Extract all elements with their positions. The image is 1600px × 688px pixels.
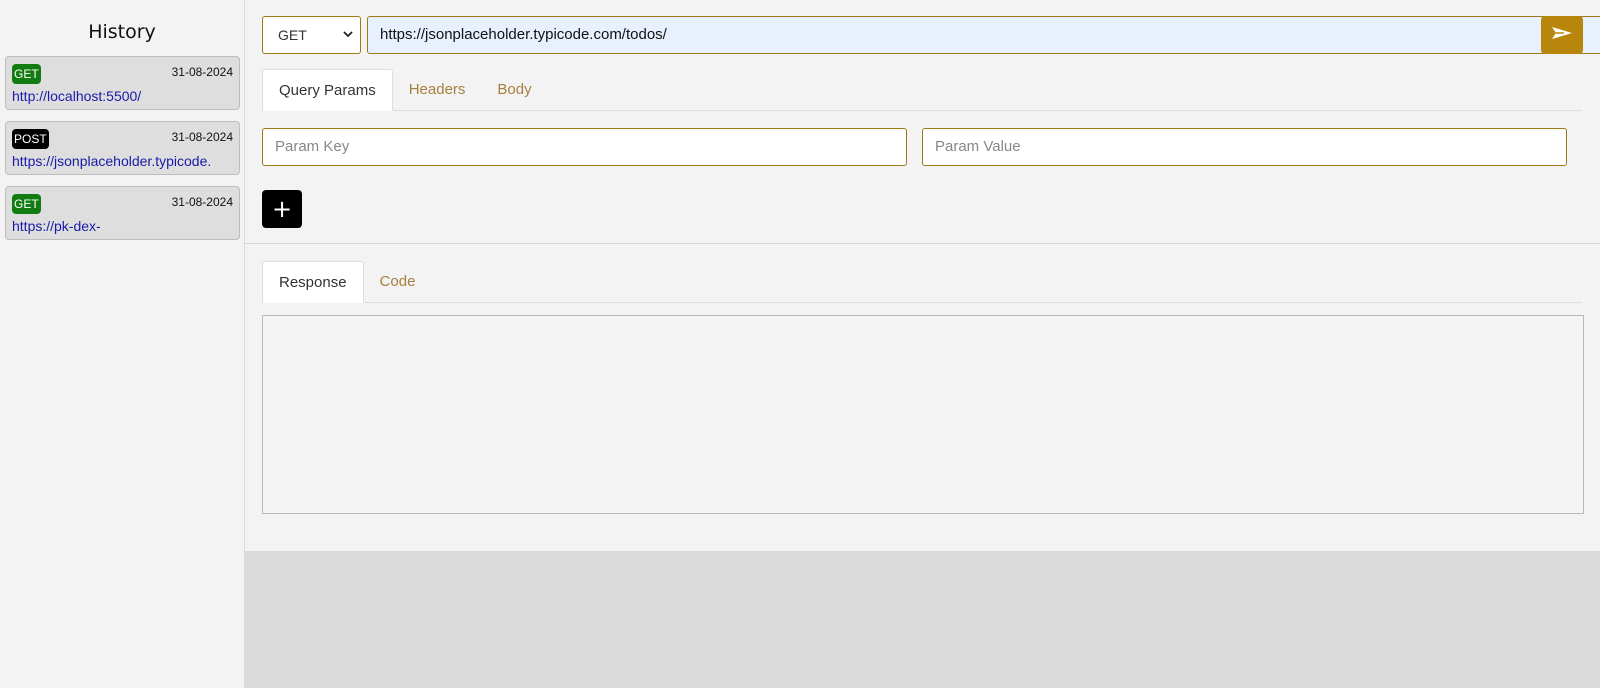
send-icon [1551,25,1573,45]
history-list: GET 31-08-2024 http://localhost:5500/ PO… [0,56,244,240]
param-value-input[interactable]: Param Value [922,128,1567,166]
history-title: History [88,21,156,43]
tab-response[interactable]: Response [262,261,364,303]
main-area: GET https://jsonplaceholder.typicode.com… [245,0,1600,552]
history-item[interactable]: GET 31-08-2024 https://pk-dex- [5,186,240,240]
method-badge: GET [12,194,41,214]
add-param-button[interactable]: + [262,190,302,228]
history-url[interactable]: http://localhost:5500/ [12,88,237,104]
method-select[interactable]: GET [262,16,361,54]
response-panel: Response Code [245,244,1600,552]
response-tabs: Response Code [262,261,1582,303]
param-key-input[interactable]: Param Key [262,128,907,166]
history-item[interactable]: POST 31-08-2024 https://jsonplaceholder.… [5,121,240,175]
chevron-down-icon [343,17,353,68]
history-url[interactable]: https://pk-dex- [12,218,237,234]
tab-query-params[interactable]: Query Params [262,69,393,111]
url-input[interactable]: https://jsonplaceholder.typicode.com/tod… [367,16,1600,54]
tab-headers[interactable]: Headers [393,69,482,111]
history-url[interactable]: https://jsonplaceholder.typicode. [12,153,237,169]
send-button[interactable] [1541,16,1583,54]
tab-code[interactable]: Code [364,261,432,303]
history-date: 31-08-2024 [171,65,233,79]
request-tabs: Query Params Headers Body [262,69,1582,111]
history-item[interactable]: GET 31-08-2024 http://localhost:5500/ [5,56,240,110]
response-output[interactable] [262,315,1584,514]
history-date: 31-08-2024 [171,130,233,144]
method-badge: POST [12,129,49,149]
method-select-value: GET [278,27,307,43]
tab-body[interactable]: Body [481,69,547,111]
history-sidebar: History GET 31-08-2024 http://localhost:… [0,0,245,688]
history-date: 31-08-2024 [171,195,233,209]
request-panel: GET https://jsonplaceholder.typicode.com… [245,0,1600,244]
method-badge: GET [12,64,41,84]
